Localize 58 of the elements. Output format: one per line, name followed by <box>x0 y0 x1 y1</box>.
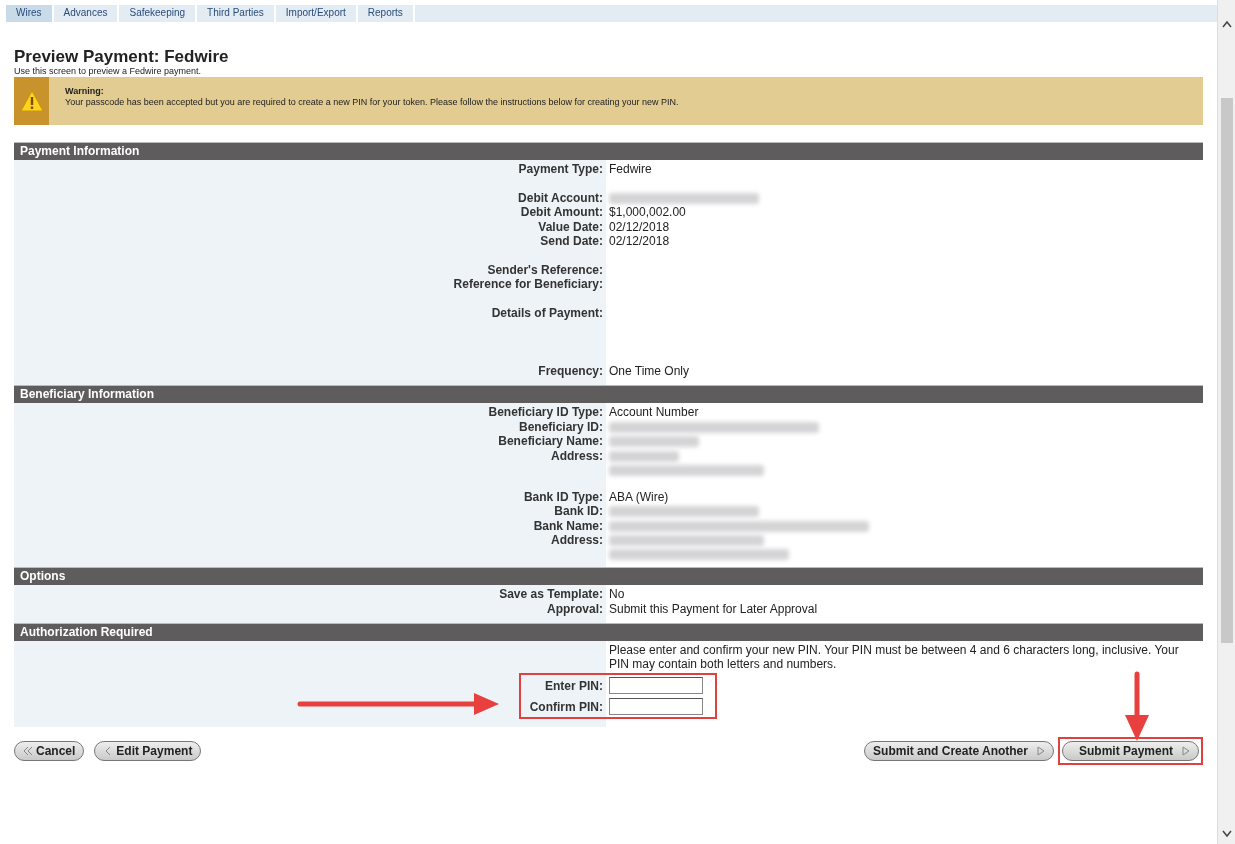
section-header: Authorization Required <box>14 623 1203 641</box>
field-label: Beneficiary Name: <box>498 434 603 448</box>
field-label: Approval: <box>547 601 603 616</box>
warning-message: Your passcode has been accepted but you are required to create a new PIN for your token. Please follow the instructions below for creating your new PIN. <box>65 97 679 108</box>
nav-tab[interactable]: Reports <box>357 5 415 22</box>
field-value: 02/12/2018 <box>609 234 670 248</box>
field-label: Enter PIN: <box>544 678 603 693</box>
field-label: Debit Amount: <box>520 205 603 219</box>
field-label: Payment Type: <box>518 162 603 176</box>
field-label: Bank ID Type: <box>523 489 603 504</box>
field-label: Address: <box>551 533 603 547</box>
redacted-text <box>609 450 679 462</box>
field-label: Send Date: <box>540 234 603 248</box>
nav-tab[interactable]: Import/Export <box>275 5 358 22</box>
nav-button[interactable]: Edit Payment <box>94 741 202 761</box>
field-label: Confirm PIN: <box>528 699 603 714</box>
scrollbar-thumb[interactable] <box>1220 98 1233 643</box>
field-label: Beneficiary ID: <box>518 419 603 434</box>
field-value: 02/12/2018 <box>609 219 670 234</box>
field-label: Address: <box>551 448 603 463</box>
field-label: Debit Account: <box>518 190 603 205</box>
pin-input[interactable] <box>609 698 703 715</box>
section-header: Beneficiary Information <box>14 385 1203 403</box>
page-subtitle: Use this screen to preview a Fedwire payment. <box>14 66 203 76</box>
field-label: Sender's Reference: <box>487 262 603 277</box>
field-label: Frequency: <box>538 363 603 378</box>
triangle-icon <box>1182 746 1190 756</box>
field-label: Details of Payment: <box>491 305 603 320</box>
field-label: Beneficiary ID Type: <box>488 405 603 419</box>
nav-tab[interactable]: Advances <box>53 5 120 22</box>
nav-tab[interactable]: Third Parties <box>197 5 276 22</box>
nav-tab[interactable]: Safekeeping <box>119 5 198 22</box>
field-label: Reference for Beneficiary: <box>453 277 603 291</box>
nav-tab[interactable]: Wires <box>6 5 54 22</box>
triangle-icon <box>1036 746 1045 756</box>
field-label: Bank ID: <box>554 504 603 518</box>
field-value: $1,000,002.00 <box>609 205 686 219</box>
chevron-icon <box>23 746 33 756</box>
scrollbar[interactable] <box>1217 0 1235 844</box>
submit-button[interactable]: Submit Payment <box>1061 741 1199 761</box>
section-header: Payment Information <box>14 142 1203 160</box>
warning-icon <box>19 90 44 112</box>
field-value: Submit this Payment for Later Approval <box>609 601 818 616</box>
nav-button[interactable]: Cancel <box>14 741 85 761</box>
field-value: ABA (Wire) <box>609 489 669 504</box>
pin-input[interactable] <box>609 677 703 694</box>
field-label: Save as Template: <box>499 587 603 601</box>
instructions-text: Please enter and confirm your new PIN. Your PIN must be between 4 and 6 characters long, inclusive. Your PIN may contain both letters and numbers. <box>608 643 1180 671</box>
field-value: No <box>609 587 625 601</box>
field-value: Fedwire <box>609 162 652 176</box>
page-title: Preview Payment: Fedwire <box>14 48 230 66</box>
field-value: One Time Only <box>609 363 690 378</box>
field-value: Account Number <box>609 405 699 419</box>
warning-heading: Warning: <box>65 86 105 97</box>
field-label: Value Date: <box>538 219 603 234</box>
submit-button[interactable]: Submit and Create Another <box>864 741 1054 761</box>
section-header: Options <box>14 567 1203 585</box>
field-label: Bank Name: <box>533 518 603 533</box>
